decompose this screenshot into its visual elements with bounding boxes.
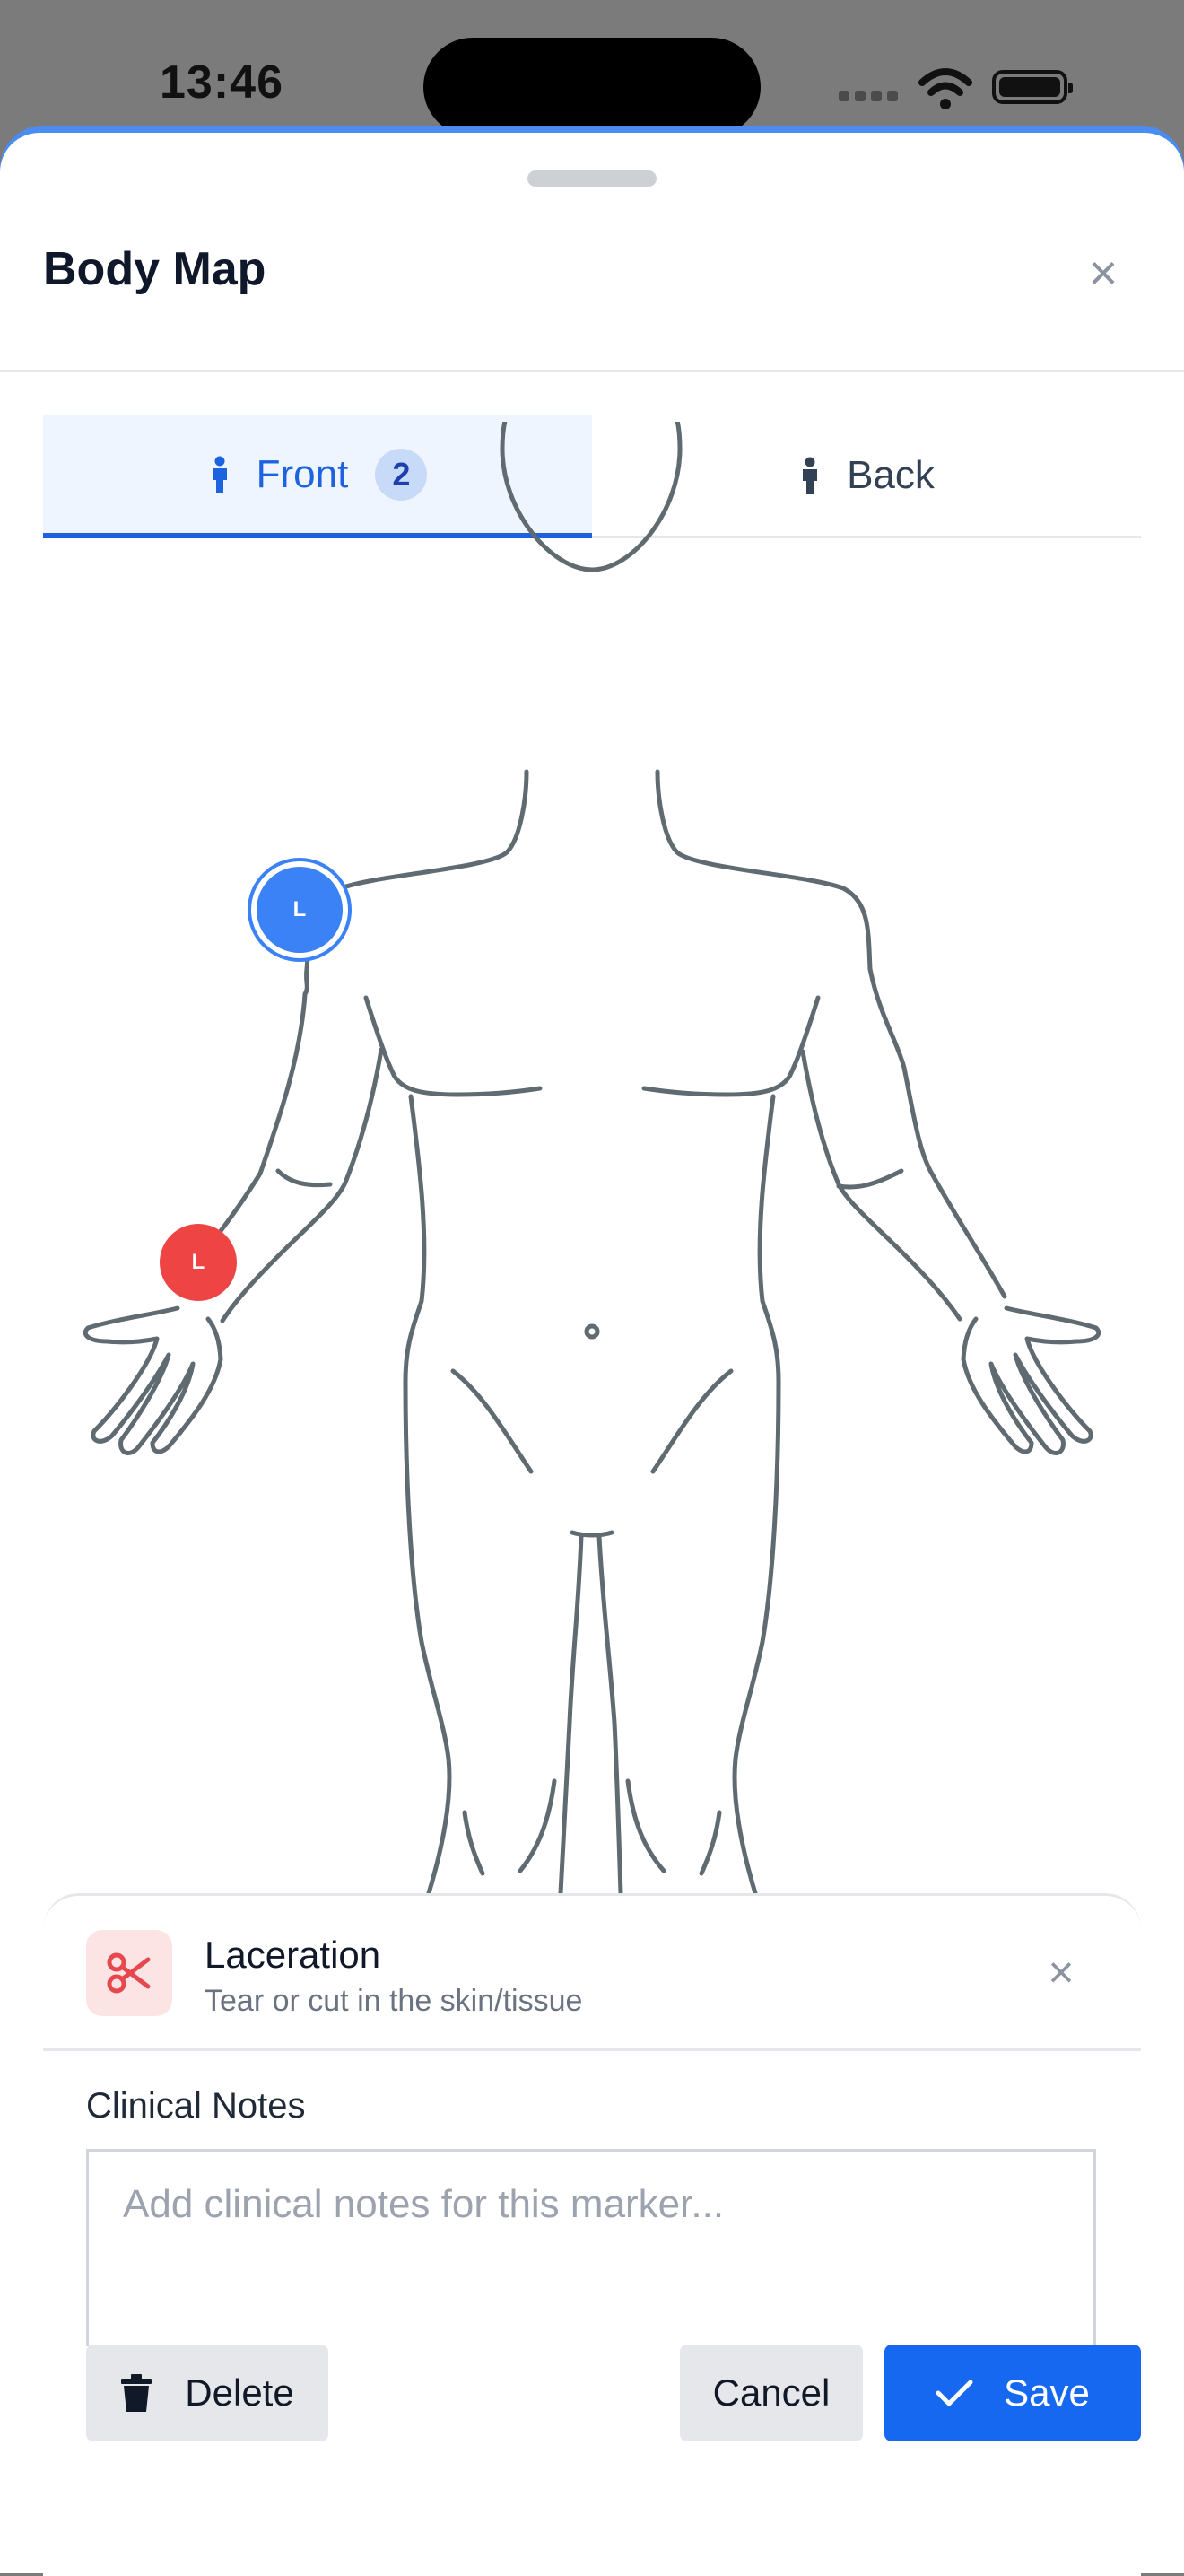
- trash-icon: [121, 2374, 152, 2412]
- signal-icon: [839, 90, 903, 106]
- chest-right: [641, 995, 821, 1097]
- torso-left: [403, 1094, 452, 1893]
- head-outline: [500, 422, 683, 572]
- neck-left: [302, 769, 529, 997]
- left-elbow: [275, 1168, 333, 1188]
- navel: [584, 1323, 600, 1340]
- marker-detail-panel: Laceration Tear or cut in the skin/tissu…: [43, 1893, 1141, 2576]
- torso-right: [732, 1094, 781, 1893]
- body-diagram[interactable]: [0, 422, 1184, 1893]
- groin-left: [450, 1368, 534, 1474]
- clinical-notes-input[interactable]: [86, 2149, 1096, 2346]
- right-arm-outer: [867, 966, 1007, 1299]
- left-arm-outer: [213, 991, 308, 1241]
- sheet-grabber[interactable]: [527, 170, 657, 187]
- marker-type-row: Laceration Tear or cut in the skin/tissu…: [43, 1896, 1141, 2051]
- inner-leg-left: [558, 1533, 584, 1893]
- status-time: 13:46: [160, 57, 283, 109]
- sheet-title: Body Map: [43, 243, 266, 295]
- cancel-button-label: Cancel: [712, 2371, 831, 2414]
- right-elbow: [836, 1168, 904, 1190]
- crotch: [570, 1530, 614, 1538]
- neck-right: [655, 769, 873, 972]
- inner-leg-right: [596, 1533, 623, 1893]
- battery-icon: [992, 70, 1073, 104]
- knee-right-b: [625, 1778, 666, 1873]
- delete-button[interactable]: Delete: [86, 2345, 328, 2441]
- right-hand: [961, 1305, 1101, 1455]
- scissors-icon: [86, 1930, 172, 2016]
- marker-type-description: Tear or cut in the skin/tissue: [205, 1984, 583, 2018]
- cancel-button[interactable]: Cancel: [680, 2345, 863, 2441]
- save-button[interactable]: Save: [884, 2345, 1141, 2441]
- delete-button-label: Delete: [185, 2371, 294, 2414]
- knee-right-a: [699, 1810, 722, 1876]
- save-button-label: Save: [1004, 2371, 1090, 2414]
- header-divider: [0, 370, 1184, 372]
- body-marker-selected[interactable]: L: [257, 867, 343, 953]
- groin-right: [650, 1368, 734, 1474]
- wifi-icon: [918, 68, 972, 109]
- close-sheet-button[interactable]: ×: [1078, 248, 1128, 298]
- body-marker[interactable]: L: [160, 1224, 237, 1301]
- knee-left-b: [518, 1778, 557, 1873]
- status-bar: 13:46: [0, 0, 1184, 136]
- checkmark-icon: [936, 2380, 973, 2406]
- clinical-notes-label: Clinical Notes: [86, 2086, 306, 2126]
- clear-type-button[interactable]: ×: [1039, 1950, 1084, 1995]
- chest-left: [363, 995, 543, 1097]
- knee-left-a: [462, 1810, 485, 1876]
- marker-type-name: Laceration: [205, 1934, 381, 1976]
- left-hand: [83, 1305, 223, 1455]
- dynamic-island: [423, 38, 761, 136]
